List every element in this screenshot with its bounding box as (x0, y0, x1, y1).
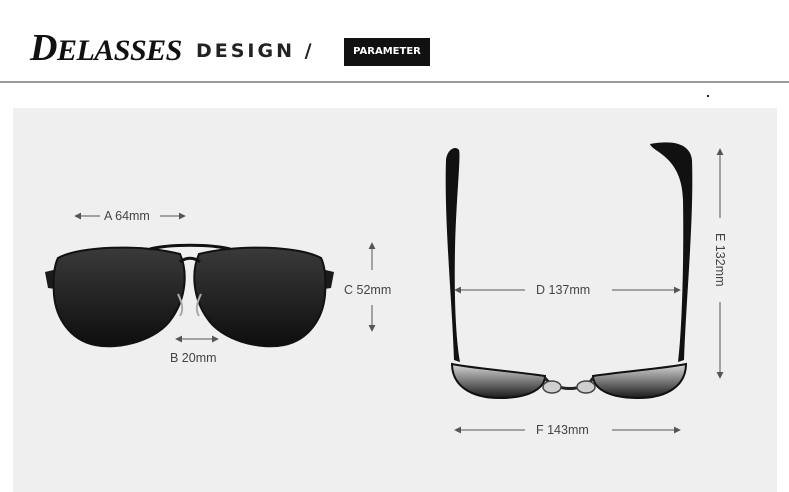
dimension-f-label: F 143mm (536, 423, 589, 437)
right-lens (193, 246, 327, 348)
top-bridge (149, 243, 231, 251)
product-illustration (45, 142, 724, 434)
top-left-nose-pad (542, 380, 562, 394)
left-lens (52, 246, 186, 348)
top-left-lens (450, 362, 547, 400)
front-view-glasses (45, 243, 334, 348)
dimension-a-label: A 64mm (104, 209, 150, 223)
dimension-d-label: D 137mm (536, 283, 591, 297)
dimension-c-label: C 52mm (344, 283, 392, 297)
top-right-lens (591, 362, 688, 400)
dimension-b-label: B 20mm (170, 351, 217, 365)
right-temple-arm (650, 142, 693, 362)
left-temple-arm (445, 148, 460, 362)
dimension-e-label: E 132mm (713, 233, 727, 287)
top-view-glasses (445, 142, 693, 400)
top-right-nose-pad (576, 380, 596, 394)
nose-bridge (179, 256, 201, 264)
